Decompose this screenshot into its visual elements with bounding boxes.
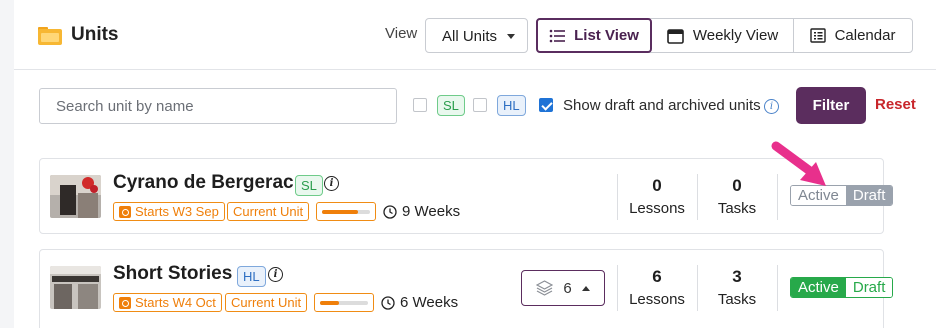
unit-duration: 6 Weeks (381, 294, 458, 311)
calendar-grid-icon (809, 28, 826, 43)
calendar-button[interactable]: Calendar (794, 19, 911, 52)
units-select-value: All Units (442, 28, 498, 45)
header-bar: Units View All Units List View Weekly Vi… (14, 0, 936, 70)
tasks-count: 3 (732, 267, 742, 286)
tasks-stat: 0 Tasks (697, 176, 777, 217)
clock-icon (383, 204, 397, 219)
unit-level-badge: HL (237, 266, 266, 287)
show-draft-checkbox[interactable] (539, 98, 553, 112)
unit-title[interactable]: Cyrano de Bergerac (113, 172, 294, 194)
tasks-stat: 3 Tasks (697, 267, 777, 308)
start-text: Starts W3 Sep (135, 204, 219, 219)
reset-button[interactable]: Reset (875, 96, 916, 113)
units-page: Units View All Units List View Weekly Vi… (14, 0, 936, 328)
list-view-button[interactable]: List View (536, 18, 652, 53)
unit-progress (316, 202, 376, 221)
unit-duration: 9 Weeks (383, 203, 460, 220)
weekly-view-button[interactable]: Weekly View (652, 19, 794, 52)
lessons-label: Lessons (629, 200, 685, 217)
pink-arrow-annotation (771, 141, 826, 186)
view-toggle-group: List View Weekly View Calendar (536, 18, 913, 53)
unit-thumbnail (50, 266, 101, 309)
status-toggle[interactable]: Active Draft (790, 277, 894, 298)
chevron-up-icon (581, 285, 590, 291)
calendar-week-icon (667, 28, 684, 44)
hl-checkbox[interactable] (473, 98, 487, 112)
tasks-label: Tasks (717, 200, 757, 217)
divider (777, 265, 778, 311)
clock-icon (381, 295, 395, 310)
unit-progress (314, 293, 374, 312)
show-draft-label: Show draft and archived units (563, 97, 761, 114)
status-active-option[interactable]: Active (791, 278, 846, 297)
lessons-stat: 6 Lessons (617, 267, 697, 308)
lessons-dropdown-button[interactable]: 6 (521, 270, 605, 306)
status-draft-option[interactable]: Draft (845, 278, 893, 297)
lessons-stat: 0 Lessons (617, 176, 697, 217)
weeks-text: 6 Weeks (400, 294, 459, 311)
page-title: Units (71, 24, 119, 45)
chevron-down-icon (507, 34, 515, 39)
layers-count: 6 (563, 279, 572, 297)
progress-fill (322, 210, 358, 214)
layers-icon (536, 280, 554, 296)
info-icon[interactable]: i (268, 267, 283, 282)
hl-badge: HL (497, 95, 526, 116)
lessons-count: 6 (652, 267, 662, 286)
weeks-text: 9 Weeks (402, 203, 461, 220)
list-icon (549, 29, 566, 42)
filter-button[interactable]: Filter (796, 87, 866, 124)
status-draft-option[interactable]: Draft (845, 186, 893, 205)
unit-card[interactable]: Cyrano de Bergerac SL i Starts W3 Sep Cu… (39, 158, 894, 234)
tasks-label: Tasks (717, 291, 757, 308)
unit-title[interactable]: Short Stories (113, 263, 232, 285)
progress-track (322, 210, 370, 214)
start-tag: Starts W3 Sep (113, 202, 225, 221)
current-unit-tag: Current Unit (227, 202, 310, 221)
start-calendar-icon (119, 296, 131, 309)
view-label: View (385, 25, 418, 42)
units-select[interactable]: All Units (425, 18, 528, 53)
start-text: Starts W4 Oct (135, 295, 216, 310)
start-tag: Starts W4 Oct (113, 293, 222, 312)
sl-badge: SL (437, 95, 465, 116)
unit-level-badge: SL (295, 175, 323, 196)
tasks-count: 0 (732, 176, 742, 195)
info-icon[interactable]: i (324, 176, 339, 191)
current-unit-tag: Current Unit (225, 293, 308, 312)
lessons-count: 0 (652, 176, 662, 195)
list-view-label: List View (574, 27, 639, 44)
units-folder-icon (38, 27, 62, 45)
calendar-label: Calendar (834, 27, 896, 44)
weekly-view-label: Weekly View (692, 27, 779, 44)
start-calendar-icon (119, 205, 131, 218)
lessons-label: Lessons (629, 291, 685, 308)
unit-card[interactable]: Short Stories HL i Starts W4 Oct Current… (39, 249, 894, 328)
progress-fill (320, 301, 340, 305)
sl-checkbox[interactable] (413, 98, 427, 112)
unit-thumbnail (50, 175, 101, 218)
search-input[interactable] (39, 88, 397, 124)
progress-track (320, 301, 368, 305)
info-icon[interactable]: i (764, 99, 779, 114)
